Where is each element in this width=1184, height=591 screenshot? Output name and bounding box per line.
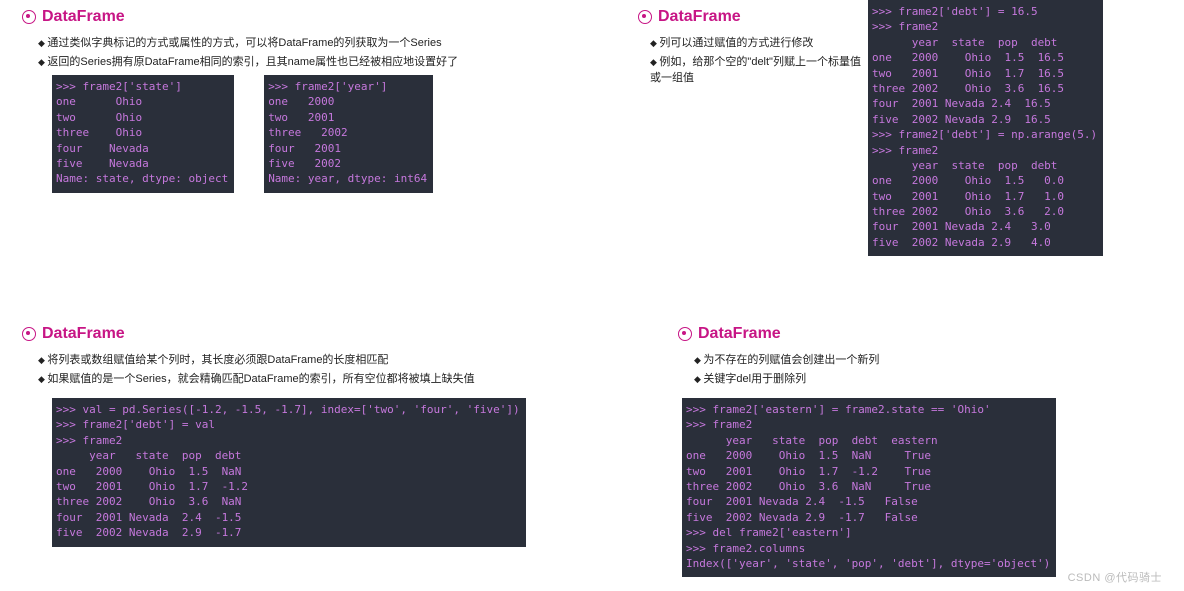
section-dataframe-2: DataFrame 列可以通过赋值的方式进行修改 例如，给那个空的"delt"列… xyxy=(638,0,1178,256)
target-icon xyxy=(678,327,692,341)
bullet-item: 将列表或数组赋值给某个列时，其长度必须跟DataFrame的长度相匹配 xyxy=(38,351,672,367)
target-icon xyxy=(22,10,36,24)
bullet-list: 为不存在的列赋值会创建出一个新列 关键字del用于删除列 xyxy=(694,351,1178,386)
bullet-item: 为不存在的列赋值会创建出一个新列 xyxy=(694,351,1178,367)
target-icon xyxy=(638,10,652,24)
code-block: >>> val = pd.Series([-1.2, -1.5, -1.7], … xyxy=(52,398,526,547)
bullet-item: 如果赋值的是一个Series，就会精确匹配DataFrame的索引，所有空位都将… xyxy=(38,370,672,386)
code-block: >>> frame2['debt'] = 16.5 >>> frame2 yea… xyxy=(868,0,1103,256)
heading-text: DataFrame xyxy=(698,325,781,343)
watermark: CSDN @代码骑士 xyxy=(1068,569,1162,585)
section-dataframe-4: DataFrame 为不存在的列赋值会创建出一个新列 关键字del用于删除列 >… xyxy=(678,325,1178,577)
heading-text: DataFrame xyxy=(658,8,741,26)
bullet-item: 通过类似字典标记的方式或属性的方式，可以将DataFrame的列获取为一个Ser… xyxy=(38,34,582,50)
heading-text: DataFrame xyxy=(42,325,125,343)
code-row: >>> frame2['state'] one Ohio two Ohio th… xyxy=(52,75,582,193)
bullet-item: 关键字del用于删除列 xyxy=(694,370,1178,386)
bullet-item: 列可以通过赋值的方式进行修改 xyxy=(650,34,868,50)
heading: DataFrame xyxy=(678,325,1178,343)
heading: DataFrame xyxy=(638,8,868,26)
bullet-item: 例如，给那个空的"delt"列赋上一个标量值或一组值 xyxy=(650,53,868,85)
section-dataframe-3: DataFrame 将列表或数组赋值给某个列时，其长度必须跟DataFrame的… xyxy=(22,325,672,547)
target-icon xyxy=(22,327,36,341)
heading: DataFrame xyxy=(22,8,582,26)
heading: DataFrame xyxy=(22,325,672,343)
code-block: >>> frame2['state'] one Ohio two Ohio th… xyxy=(52,75,234,193)
bullet-list: 列可以通过赋值的方式进行修改 例如，给那个空的"delt"列赋上一个标量值或一组… xyxy=(650,34,868,85)
code-block: >>> frame2['year'] one 2000 two 2001 thr… xyxy=(264,75,433,193)
bullet-item: 返回的Series拥有原DataFrame相同的索引，且其name属性也已经被相… xyxy=(38,53,582,69)
bullet-list: 通过类似字典标记的方式或属性的方式，可以将DataFrame的列获取为一个Ser… xyxy=(38,34,582,69)
bullet-list: 将列表或数组赋值给某个列时，其长度必须跟DataFrame的长度相匹配 如果赋值… xyxy=(38,351,672,386)
heading-text: DataFrame xyxy=(42,8,125,26)
code-block: >>> frame2['eastern'] = frame2.state == … xyxy=(682,398,1056,577)
section-dataframe-1: DataFrame 通过类似字典标记的方式或属性的方式，可以将DataFrame… xyxy=(22,8,582,193)
